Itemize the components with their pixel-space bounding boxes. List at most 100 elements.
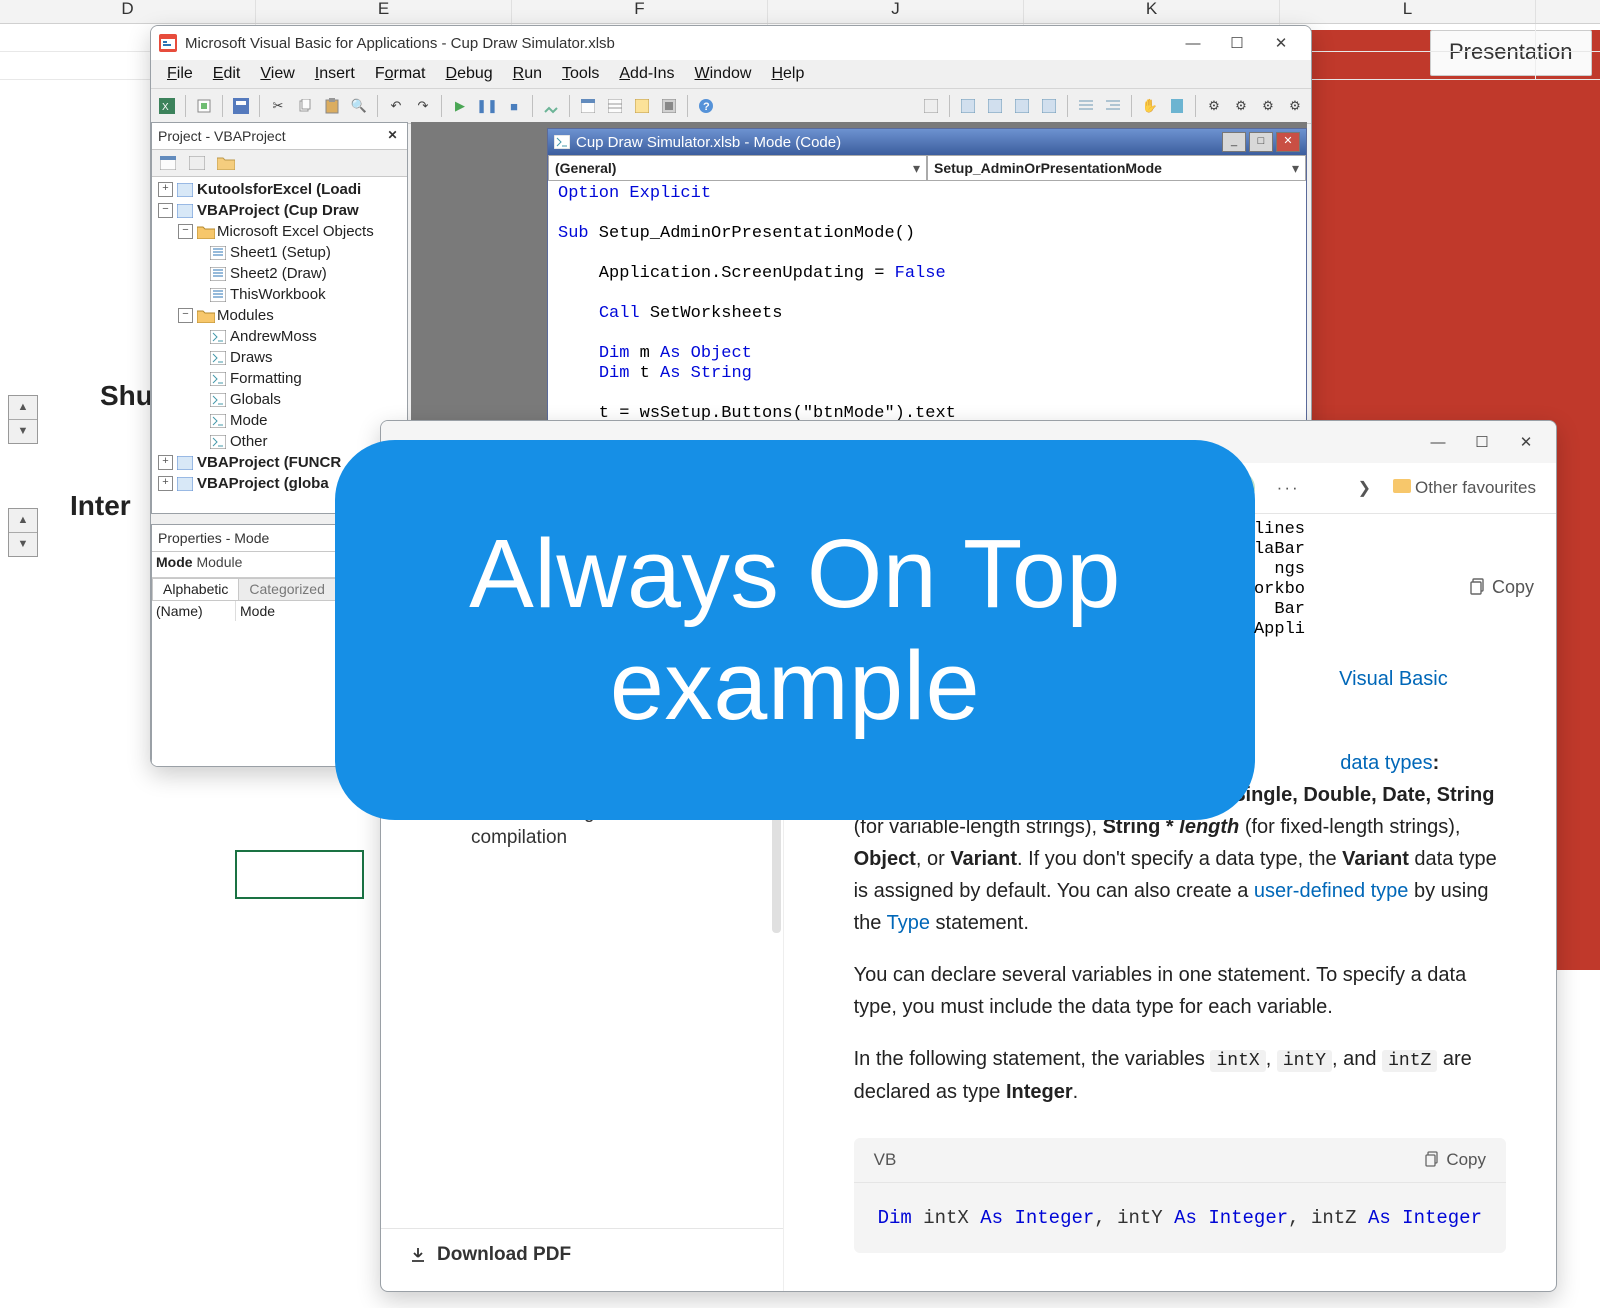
help-icon[interactable]: ? [694,94,718,118]
tree-module[interactable]: AndrewMoss [230,328,317,345]
minimize-button[interactable]: — [1171,28,1215,58]
menu-window[interactable]: Window [685,61,762,87]
svg-text:X: X [162,102,169,113]
procedure-dropdown[interactable]: Setup_AdminOrPresentationMode [927,155,1306,181]
tree-project[interactable]: VBAProject (Cup Draw [197,202,359,219]
menu-file[interactable]: File [157,61,203,87]
col-header[interactable]: E [256,0,512,23]
col-header[interactable]: D [0,0,256,23]
menu-edit[interactable]: Edit [203,61,251,87]
toolbar-icon[interactable] [1037,94,1061,118]
chevron-right-icon[interactable]: ❯ [1358,478,1371,498]
tree-project[interactable]: VBAProject (globa [197,475,329,492]
run-icon[interactable]: ▶ [448,94,472,118]
link-type[interactable]: Type [887,912,930,934]
indent-icon[interactable] [1074,94,1098,118]
text: Object [854,848,916,870]
toolbar-icon[interactable] [983,94,1007,118]
view-object-icon[interactable] [185,151,209,175]
favourites-folder[interactable]: Other favourites [1393,478,1536,498]
maximize-button[interactable]: □ [1249,132,1273,152]
col-header[interactable]: J [768,0,1024,23]
menu-tools[interactable]: Tools [552,61,609,87]
redo-icon[interactable]: ↷ [411,94,435,118]
save-icon[interactable] [229,94,253,118]
toolbar-icon[interactable] [919,94,943,118]
tree-module[interactable]: Draws [230,349,273,366]
more-icon[interactable]: ··· [1277,478,1300,498]
tab-categorized[interactable]: Categorized [238,578,336,600]
view-code-icon[interactable] [156,151,180,175]
menu-help[interactable]: Help [761,61,814,87]
tree-project[interactable]: VBAProject (FUNCR [197,454,341,471]
col-header[interactable]: F [512,0,768,23]
spinner-control[interactable]: ▲▼ [8,395,38,444]
maximize-button[interactable]: ☐ [1215,28,1259,58]
undo-icon[interactable]: ↶ [384,94,408,118]
link-data-types[interactable]: data types [1340,752,1432,774]
toolbar-icon[interactable] [956,94,980,118]
object-browser-icon[interactable] [630,94,654,118]
copy-button[interactable]: Copy [1425,1146,1486,1173]
outdent-icon[interactable] [1101,94,1125,118]
design-mode-icon[interactable] [539,94,563,118]
toolbox-icon[interactable] [657,94,681,118]
tree-module[interactable]: Other [230,433,268,450]
menu-format[interactable]: Format [365,61,436,87]
col-header[interactable]: L [1280,0,1536,23]
link-udt[interactable]: user-defined type [1254,880,1409,902]
close-button[interactable]: ✕ [1259,28,1303,58]
text: Variant [950,848,1017,870]
col-header[interactable]: K [1024,0,1280,23]
vba-titlebar[interactable]: Microsoft Visual Basic for Applications … [151,26,1311,60]
copy-icon[interactable] [293,94,317,118]
minimize-button[interactable]: — [1416,427,1460,457]
project-explorer-icon[interactable] [576,94,600,118]
tab-alphabetic[interactable]: Alphabetic [152,578,239,600]
reset-icon[interactable]: ■ [502,94,526,118]
menu-insert[interactable]: Insert [305,61,365,87]
menu-run[interactable]: Run [503,61,552,87]
copy-button[interactable]: Copy [1470,573,1534,602]
toolbar-icon[interactable]: ⚙ [1256,94,1280,118]
folder-icon[interactable] [214,151,238,175]
tree-folder[interactable]: Modules [217,307,274,324]
toolbar-icon[interactable]: ⚙ [1229,94,1253,118]
toolbar-insert-icon[interactable] [192,94,216,118]
minimize-button[interactable]: _ [1222,132,1246,152]
properties-icon[interactable] [603,94,627,118]
tree-module[interactable]: Mode [230,412,268,429]
tree-sheet[interactable]: Sheet1 (Setup) [230,244,331,261]
tree-module[interactable]: Formatting [230,370,302,387]
toolbar-icon[interactable]: ⚙ [1283,94,1307,118]
download-pdf-button[interactable]: Download PDF [381,1228,783,1281]
toolbar-icon[interactable]: ⚙ [1202,94,1226,118]
close-icon[interactable]: ✕ [384,128,401,145]
find-icon[interactable]: 🔍 [347,94,371,118]
toolbar-excel-icon[interactable]: X [155,94,179,118]
selected-cell[interactable] [235,850,364,899]
prop-value[interactable]: Mode [236,601,279,621]
close-button[interactable]: ✕ [1276,132,1300,152]
cut-icon[interactable]: ✂ [266,94,290,118]
tree-module[interactable]: Globals [230,391,281,408]
hand-icon[interactable]: ✋ [1138,94,1162,118]
close-button[interactable]: ✕ [1504,427,1548,457]
menu-addins[interactable]: Add-Ins [609,61,684,87]
menu-debug[interactable]: Debug [436,61,503,87]
tree-sheet[interactable]: Sheet2 (Draw) [230,265,327,282]
tree-folder[interactable]: Microsoft Excel Objects [217,223,374,240]
maximize-button[interactable]: ☐ [1460,427,1504,457]
toolbar-icon[interactable] [1010,94,1034,118]
menu-view[interactable]: View [250,61,304,87]
bookmark-icon[interactable] [1165,94,1189,118]
spinner-control[interactable]: ▲▼ [8,508,38,557]
code-inline: intX [1210,1050,1265,1072]
tree-project[interactable]: KutoolsforExcel (Loadi [197,181,361,198]
code-window-titlebar[interactable]: Cup Draw Simulator.xlsb - Mode (Code) _ … [548,129,1306,155]
paste-icon[interactable] [320,94,344,118]
object-dropdown[interactable]: (General) [548,155,927,181]
tree-workbook[interactable]: ThisWorkbook [230,286,326,303]
break-icon[interactable]: ❚❚ [475,94,499,118]
col-header[interactable]: M [1536,0,1600,23]
